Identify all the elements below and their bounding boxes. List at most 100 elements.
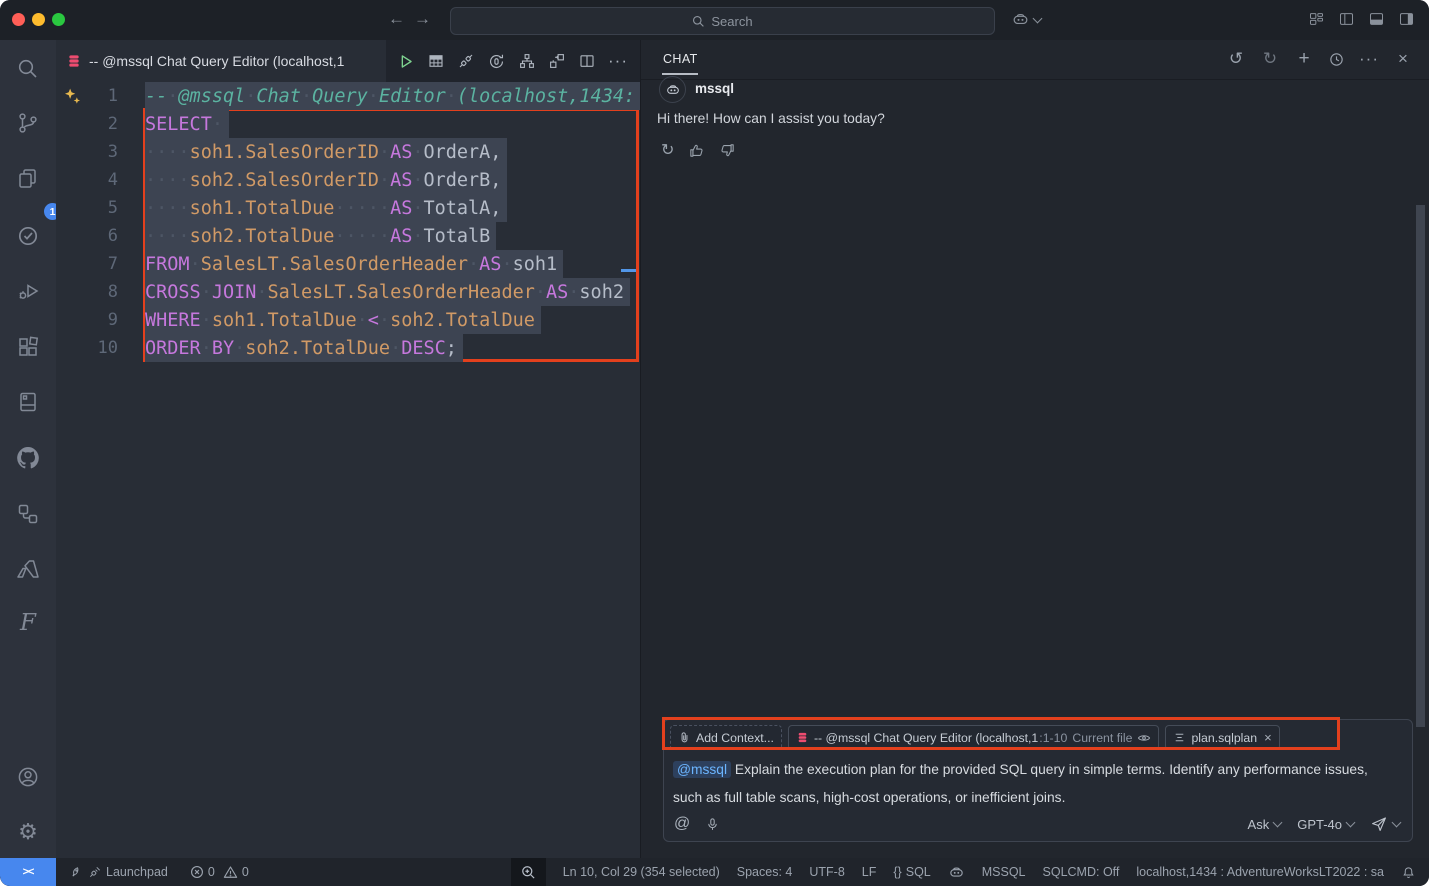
eol-item[interactable]: LF [862,865,877,879]
chat-panel-title: CHAT [663,52,698,66]
annotation-rect-context [662,717,1340,750]
notebook-icon[interactable] [16,390,40,414]
code-line[interactable]: 8CROSS·JOIN·SalesLT.SalesOrderHeader·AS·… [56,278,640,306]
toggle-secondary-sidebar-icon[interactable] [1398,11,1415,27]
code-line[interactable]: 1--·@mssql·Chat·Query·Editor·(localhost,… [56,82,640,110]
thumbs-up-icon[interactable] [688,142,705,159]
chevron-down-icon [1273,818,1283,828]
microphone-icon[interactable] [705,816,720,833]
code-line[interactable]: 6····soh2.TotalDue·····AS·TotalB [56,222,640,250]
database-icon [66,53,82,69]
line-number: 1 [56,86,118,106]
schema-compare-icon[interactable] [548,52,566,70]
back-icon[interactable]: ← [388,9,405,29]
more-actions-icon[interactable]: ··· [608,51,628,71]
change-connection-icon[interactable] [487,52,506,71]
thumbs-down-icon[interactable] [719,142,736,159]
code-area[interactable]: 1--·@mssql·Chat·Query·Editor·(localhost,… [56,82,640,858]
fabric-icon[interactable]: F [16,612,40,636]
line-number: 9 [56,310,118,330]
remote-indicator[interactable]: >< [0,858,56,886]
close-panel-icon[interactable]: × [1393,49,1413,69]
chat-panel: CHAT ↺ ↻ + ··· × mssql Hi there! How can… [640,40,1429,858]
cursor-position-item[interactable]: Ln 10, Col 29 (354 selected) [563,865,720,879]
github-icon[interactable] [16,446,40,470]
copilot-status-icon[interactable] [948,864,965,881]
editor-tab-bar: -- @mssql Chat Query Editor (localhost,1… [56,40,640,82]
search-placeholder: Search [711,14,752,29]
language-item[interactable]: {}SQL [893,865,930,879]
search-icon [692,15,705,28]
problems-item[interactable]: 0 0 [190,865,249,879]
code-line[interactable]: 5····soh1.TotalDue·····AS·TotalA, [56,194,640,222]
vscode-window: ← → Search 1 [0,0,1429,886]
warning-count: 0 [242,865,249,879]
editor-group: -- @mssql Chat Query Editor (localhost,1… [56,40,640,858]
sqlcmd-status-item[interactable]: SQLCMD: Off [1043,865,1120,879]
results-grid-icon[interactable] [427,52,445,70]
redo-icon[interactable]: ↻ [1260,49,1280,69]
indentation-item[interactable]: Spaces: 4 [737,865,793,879]
code-line[interactable]: 9WHERE·soh1.TotalDue·<·soh2.TotalDue [56,306,640,334]
code-line[interactable]: 2SELECT· [56,110,640,138]
mssql-status-item[interactable]: MSSQL [982,865,1026,879]
chat-scrollbar[interactable] [1416,205,1425,727]
line-number: 2 [56,114,118,134]
forward-icon[interactable]: → [414,9,431,29]
titlebar: ← → Search [0,0,1429,40]
mode-picker[interactable]: Ask [1248,817,1282,832]
azure-icon[interactable] [16,557,40,581]
more-icon[interactable]: ··· [1359,49,1379,69]
history-icon[interactable] [1328,51,1345,68]
code-line[interactable]: 4····soh2.SalesOrderID·AS·OrderB, [56,166,640,194]
toggle-panel-icon[interactable] [1368,11,1385,27]
bell-icon[interactable] [1401,865,1416,880]
model-picker[interactable]: GPT-4o [1297,817,1354,832]
zoom-status-item[interactable] [511,858,546,886]
line-number: 10 [56,338,118,358]
mssql-avatar [659,76,686,103]
rocket-icon [70,865,84,879]
undo-icon[interactable]: ↺ [1226,49,1246,69]
copilot-menu[interactable] [1011,10,1041,29]
command-center-search[interactable]: Search [450,7,995,35]
status-bar: >< Launchpad 0 0 Ln 10, Col 29 (354 sele… [0,858,1429,886]
editor-tab[interactable]: -- @mssql Chat Query Editor (localhost,1 [56,40,386,82]
source-control-icon[interactable] [16,111,40,135]
code-line[interactable]: 10ORDER·BY·soh2.TotalDue·DESC; [56,334,640,362]
query-plan-icon[interactable] [518,52,536,70]
close-traffic-light[interactable] [12,13,25,26]
chat-input-text[interactable]: @mssql Explain the execution plan for th… [673,756,1388,812]
split-editor-icon[interactable] [578,52,596,70]
connection-status-item[interactable]: localhost,1434 : AdventureWorksLT2022 : … [1136,865,1384,879]
launchpad-item[interactable]: Launchpad [70,865,168,879]
minimize-traffic-light[interactable] [32,13,45,26]
mention-icon[interactable]: @ [674,815,690,833]
retry-icon[interactable]: ↻ [661,140,674,160]
send-button[interactable] [1370,815,1400,833]
account-icon[interactable] [16,765,40,789]
chat-input-toolbar: @ Ask GPT-4o [674,815,1400,833]
code-line[interactable]: 7FROM·SalesLT.SalesOrderHeader·AS·soh1 [56,250,640,278]
run-debug-icon[interactable] [16,279,40,303]
copilot-edits-icon[interactable]: 1 [16,167,40,191]
code-line[interactable]: 3····soh1.SalesOrderID·AS·OrderA, [56,138,640,166]
settings-gear-icon[interactable]: ⚙ [16,820,40,844]
testing-icon[interactable] [16,224,40,248]
search-activity-icon[interactable] [16,57,40,81]
message-author: mssql [695,81,734,96]
customize-layout-icon[interactable] [1308,11,1325,27]
new-chat-icon[interactable]: + [1294,48,1314,70]
disconnect-plug-icon[interactable] [457,52,475,70]
toggle-primary-sidebar-icon[interactable] [1338,11,1355,27]
zoom-traffic-light[interactable] [52,13,65,26]
connections-icon[interactable] [16,502,40,526]
run-query-icon[interactable] [396,52,415,71]
mssql-mention: @mssql [673,761,731,778]
chat-header: CHAT ↺ ↻ + ··· × [641,40,1429,80]
chevron-down-icon [1346,818,1356,828]
encoding-item[interactable]: UTF-8 [809,865,844,879]
magnifier-plus-icon [521,865,536,880]
extensions-icon[interactable] [16,335,40,359]
plug-icon [88,865,102,879]
